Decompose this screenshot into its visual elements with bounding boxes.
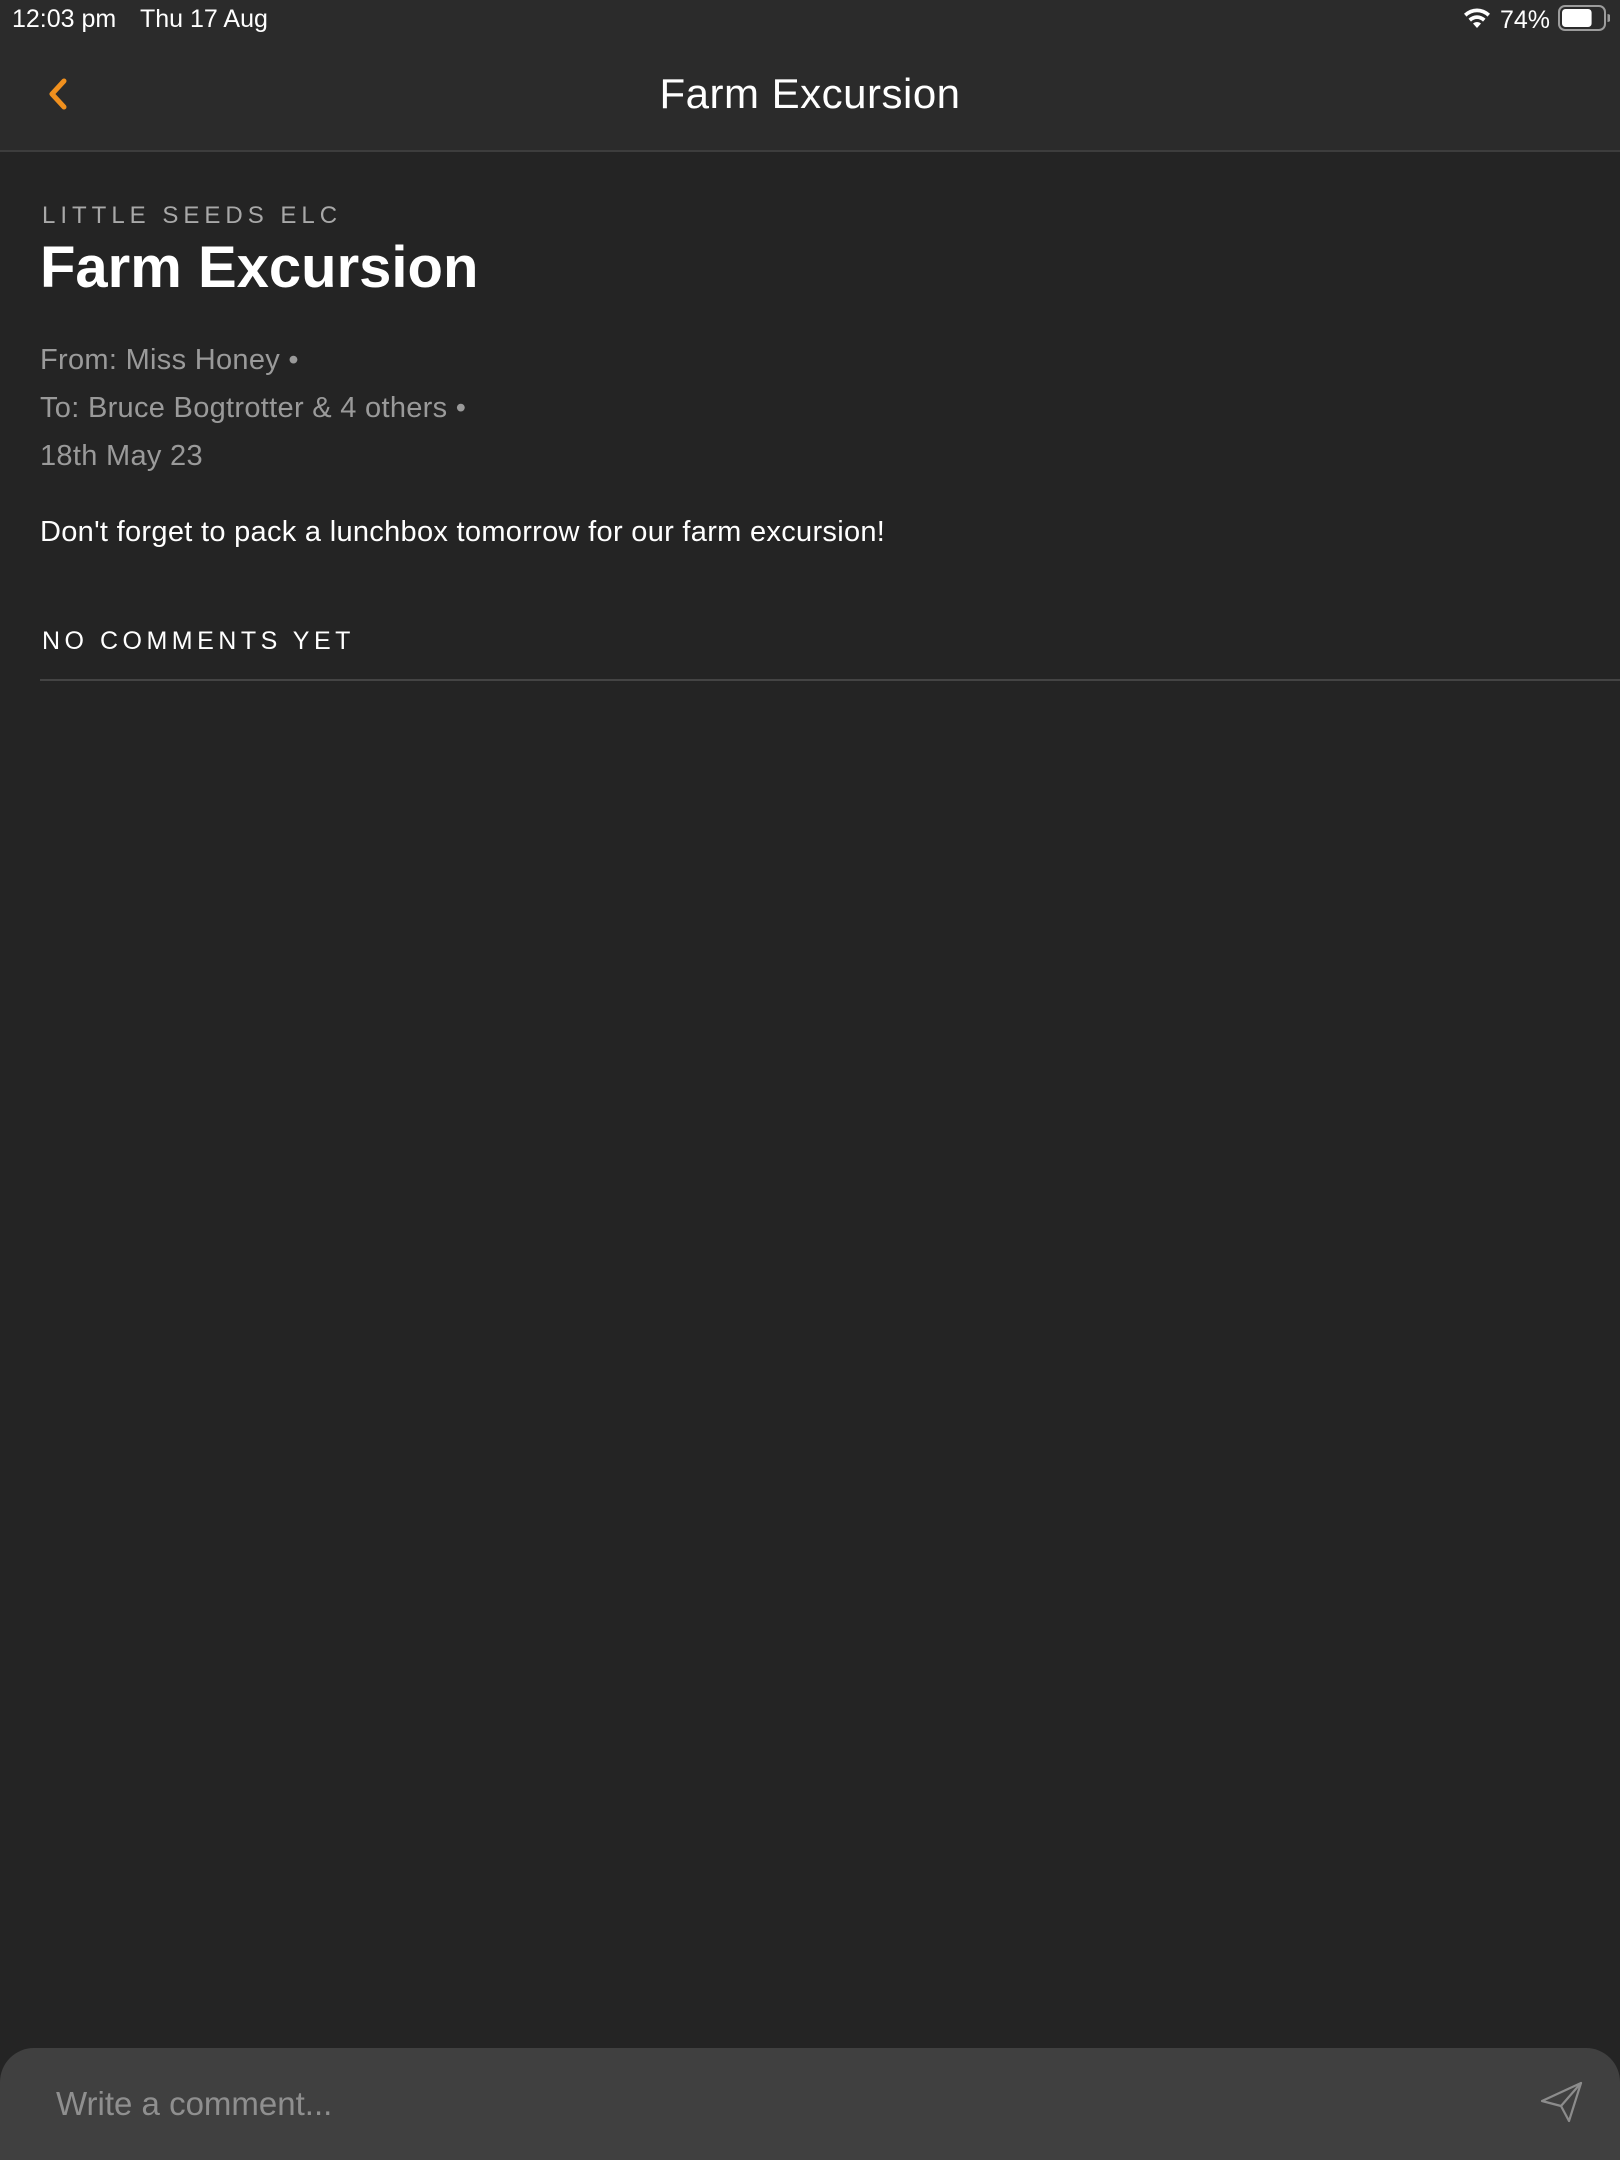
status-time: 12:03 pm xyxy=(12,5,117,33)
post-title: Farm Excursion xyxy=(40,235,479,300)
navigation-bar: Farm Excursion xyxy=(0,40,1620,152)
post-body: Don't forget to pack a lunchbox tomorrow… xyxy=(40,516,886,548)
battery-percentage: 74% xyxy=(1499,6,1550,34)
battery-icon xyxy=(1558,5,1612,36)
comment-input[interactable] xyxy=(56,2048,1456,2160)
send-button[interactable] xyxy=(1534,2076,1590,2132)
organization-name: LITTLE SEEDS ELC xyxy=(42,202,343,229)
screen: 12:03 pm Thu 17 Aug 74% Farm Excursion L… xyxy=(0,0,1620,2160)
status-indicators: 74% xyxy=(1462,5,1612,36)
post-recipients[interactable]: To: Bruce Bogtrotter & 4 others • xyxy=(40,392,466,425)
status-bar: 12:03 pm Thu 17 Aug 74% xyxy=(0,0,1620,40)
comment-composer xyxy=(0,2048,1620,2160)
nav-title: Farm Excursion xyxy=(659,70,961,117)
send-icon xyxy=(1539,2079,1585,2130)
post-date: 18th May 23 xyxy=(40,440,203,472)
comments-header: NO COMMENTS YET xyxy=(42,627,355,655)
wifi-icon xyxy=(1462,6,1492,35)
comments-divider xyxy=(40,679,1620,681)
post-sender: From: Miss Honey • xyxy=(40,344,299,376)
status-date: Thu 17 Aug xyxy=(140,5,268,33)
